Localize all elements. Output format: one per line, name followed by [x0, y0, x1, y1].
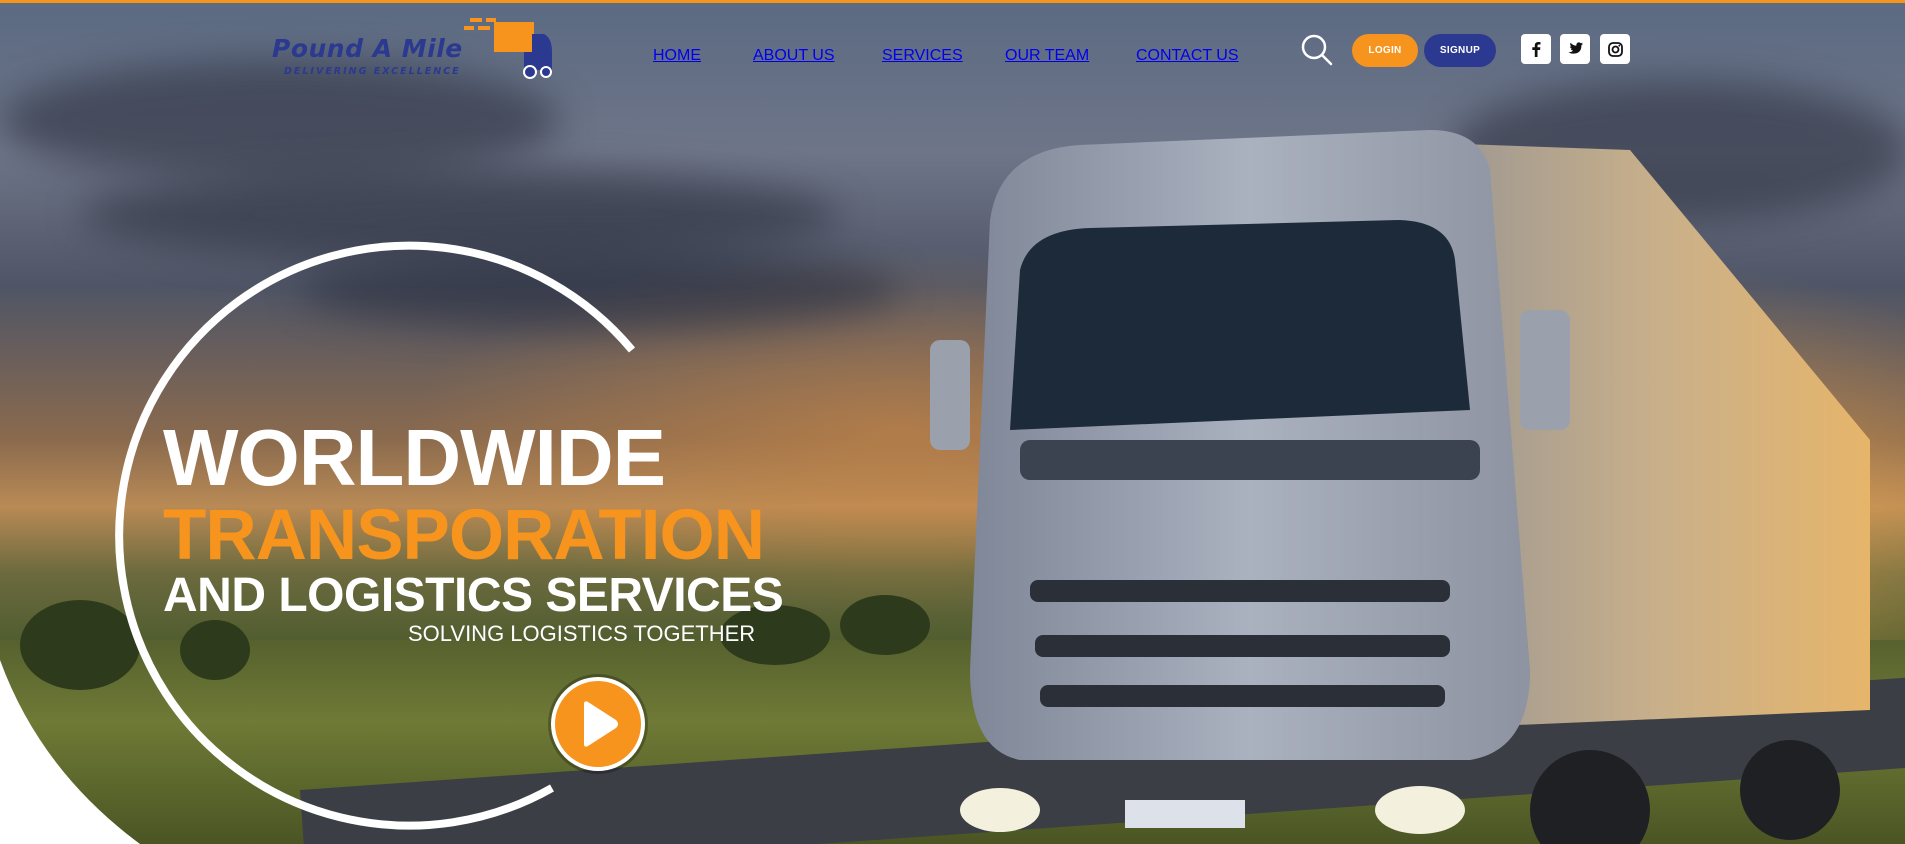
- hero-title-line-2: TRANSPORATION: [163, 496, 765, 575]
- site-logo[interactable]: Pound A Mile DELIVERING EXCELLENCE: [272, 16, 552, 82]
- play-icon: [584, 701, 618, 747]
- play-video-button[interactable]: [551, 677, 645, 771]
- delivery-truck-icon: [464, 18, 552, 79]
- hero-section: Pound A Mile DELIVERING EXCELLENCE HOME …: [0, 0, 1905, 844]
- nav-about-us[interactable]: ABOUT US: [753, 47, 835, 65]
- facebook-icon[interactable]: [1521, 34, 1551, 64]
- twitter-icon[interactable]: [1560, 34, 1590, 64]
- truck-image: [930, 130, 1870, 844]
- nav-our-team[interactable]: OUR TEAM: [1005, 47, 1089, 65]
- hero-title-line-3: AND LOGISTICS SERVICES: [163, 569, 784, 622]
- top-accent-line: [0, 0, 1905, 3]
- search-icon[interactable]: [1300, 33, 1334, 67]
- instagram-icon[interactable]: [1600, 34, 1630, 64]
- hero-title-line-1: WORLDWIDE: [163, 413, 666, 502]
- signup-button[interactable]: SIGNUP: [1424, 34, 1496, 67]
- nav-services[interactable]: SERVICES: [882, 47, 963, 65]
- nav-contact-us[interactable]: CONTACT US: [1136, 47, 1239, 65]
- nav-home[interactable]: HOME: [653, 47, 701, 65]
- login-button[interactable]: LOGIN: [1352, 34, 1418, 67]
- hero-tagline: SOLVING LOGISTICS TOGETHER: [408, 621, 756, 646]
- tree: [840, 595, 930, 655]
